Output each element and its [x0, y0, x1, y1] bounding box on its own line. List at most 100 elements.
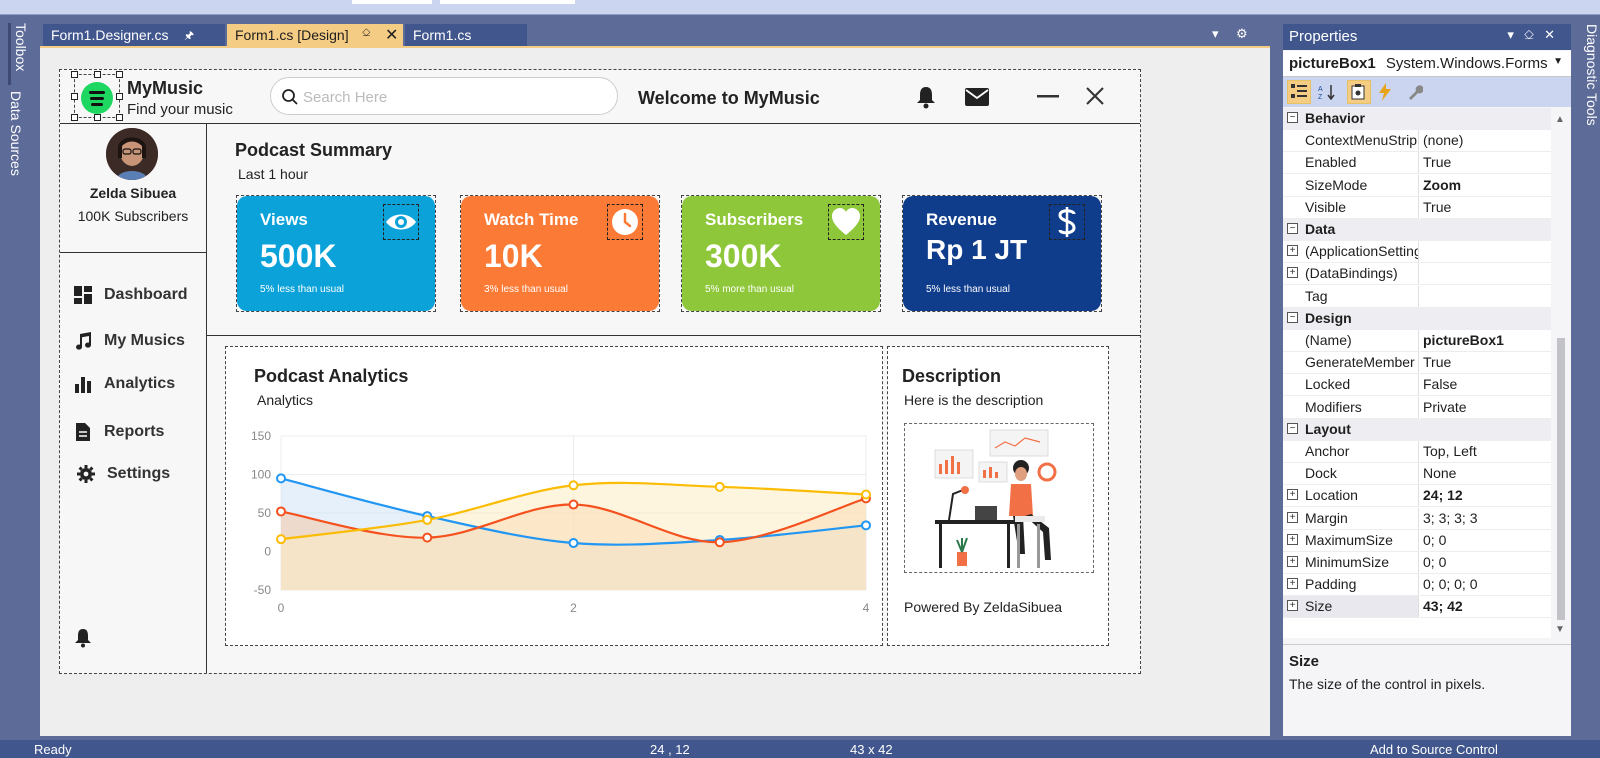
- property-value[interactable]: Zoom: [1420, 175, 1551, 197]
- mail-icon[interactable]: [965, 88, 989, 106]
- watch-time-card[interactable]: Watch Time 10K 3% less than usual: [461, 196, 659, 311]
- property-value[interactable]: 3; 3; 3; 3: [1420, 508, 1551, 530]
- property-value[interactable]: [1420, 286, 1551, 308]
- property-category[interactable]: − Layout: [1283, 418, 1551, 441]
- nav-dashboard[interactable]: Dashboard: [72, 283, 188, 307]
- collapse-icon[interactable]: −: [1287, 311, 1298, 323]
- window-controls[interactable]: ▾⎐✕: [1507, 27, 1565, 43]
- property-row[interactable]: Padding 0; 0; 0; 0 +: [1283, 574, 1551, 597]
- expand-icon[interactable]: +: [1287, 489, 1298, 501]
- resize-handle[interactable]: [116, 93, 123, 100]
- property-row[interactable]: Dock None: [1283, 463, 1551, 486]
- property-value[interactable]: 0; 0: [1420, 552, 1551, 574]
- bell-icon[interactable]: [915, 85, 937, 109]
- search-box[interactable]: [270, 77, 618, 115]
- resize-handle[interactable]: [94, 114, 101, 121]
- categorized-view-icon[interactable]: [1287, 80, 1311, 104]
- property-row[interactable]: Size 43; 42 +: [1283, 596, 1551, 619]
- property-value[interactable]: Private: [1420, 397, 1551, 419]
- property-value[interactable]: [1420, 263, 1551, 286]
- property-row[interactable]: Enabled True: [1283, 152, 1551, 175]
- tab-form1-cs-design[interactable]: Form1.cs [Design]: [227, 24, 403, 47]
- close-tab-icon[interactable]: ✕: [385, 25, 398, 45]
- subscribers-card[interactable]: Subscribers 300K 5% more than usual: [682, 196, 880, 311]
- property-pages-wrench-icon[interactable]: [1403, 80, 1427, 104]
- nav-analytics[interactable]: Analytics: [72, 372, 175, 396]
- property-value[interactable]: (none): [1420, 130, 1551, 153]
- scroll-down-icon[interactable]: ▼: [1555, 624, 1565, 635]
- properties-window[interactable]: Properties ▾⎐✕ pictureBox1 System.Window…: [1283, 24, 1571, 736]
- source-control-button[interactable]: Add to Source Control: [1370, 742, 1498, 757]
- alphabetical-sort-icon[interactable]: AZ: [1315, 80, 1339, 104]
- property-row[interactable]: SizeMode Zoom: [1283, 174, 1551, 197]
- analytics-chart[interactable]: 150 100 50 0 -50 0 2 4: [226, 347, 882, 645]
- property-row[interactable]: ContextMenuStrip (none): [1283, 130, 1551, 153]
- property-value[interactable]: 0; 0: [1420, 530, 1551, 552]
- logo-picturebox[interactable]: [71, 71, 123, 121]
- property-category[interactable]: − Behavior: [1283, 108, 1551, 130]
- property-value[interactable]: pictureBox1: [1420, 330, 1551, 352]
- search-input[interactable]: [303, 86, 603, 108]
- property-row[interactable]: MaximumSize 0; 0 +: [1283, 529, 1551, 552]
- diagnostic-tools-tab[interactable]: Diagnostic Tools: [1576, 24, 1600, 154]
- nav-reports[interactable]: Reports: [72, 420, 164, 444]
- settings-gear-icon[interactable]: ⚙: [1236, 26, 1248, 42]
- property-value[interactable]: [1420, 241, 1551, 264]
- collapse-icon[interactable]: −: [1287, 112, 1298, 123]
- property-category[interactable]: − Design: [1283, 307, 1551, 330]
- property-row[interactable]: Margin 3; 3; 3; 3 +: [1283, 507, 1551, 530]
- property-value[interactable]: Top, Left: [1420, 441, 1551, 463]
- property-row[interactable]: Location 24; 12 +: [1283, 485, 1551, 508]
- scroll-up-icon[interactable]: ▲: [1555, 114, 1565, 125]
- expand-icon[interactable]: +: [1287, 556, 1298, 567]
- expand-icon[interactable]: +: [1287, 245, 1298, 257]
- property-value[interactable]: 0; 0; 0; 0: [1420, 574, 1551, 597]
- resize-handle[interactable]: [116, 114, 123, 121]
- scroll-thumb[interactable]: [1557, 338, 1565, 620]
- property-row[interactable]: Anchor Top, Left: [1283, 441, 1551, 463]
- properties-view-icon[interactable]: [1347, 80, 1371, 104]
- property-row[interactable]: Locked False: [1283, 374, 1551, 397]
- revenue-card[interactable]: Revenue Rp 1 JT 5% less than usual: [903, 196, 1101, 311]
- resize-handle[interactable]: [71, 71, 78, 78]
- property-value[interactable]: False: [1420, 374, 1551, 397]
- expand-icon[interactable]: +: [1287, 511, 1298, 523]
- property-row[interactable]: (Name) pictureBox1: [1283, 330, 1551, 352]
- minimize-icon[interactable]: [1037, 95, 1059, 99]
- illustration-picture[interactable]: [904, 423, 1094, 573]
- collapse-icon[interactable]: −: [1287, 422, 1298, 434]
- tab-list-dropdown-icon[interactable]: ▾: [1212, 26, 1219, 42]
- expand-icon[interactable]: +: [1287, 533, 1298, 545]
- events-lightning-icon[interactable]: [1373, 80, 1397, 104]
- toolbox-tab[interactable]: Toolbox: [8, 23, 29, 85]
- nav-settings[interactable]: Settings: [75, 462, 170, 486]
- property-grid-scrollbar[interactable]: ▲ ▼: [1551, 108, 1571, 638]
- property-row[interactable]: (DataBindings) +: [1283, 263, 1551, 286]
- collapse-icon[interactable]: −: [1287, 223, 1298, 234]
- property-grid[interactable]: − Behavior ContextMenuStrip (none) Enabled Tr…: [1283, 108, 1551, 638]
- property-row[interactable]: Modifiers Private: [1283, 396, 1551, 419]
- property-category[interactable]: − Data: [1283, 219, 1551, 241]
- property-row[interactable]: (ApplicationSettings)+: [1283, 241, 1551, 264]
- resize-handle[interactable]: [71, 114, 78, 121]
- property-value[interactable]: None: [1420, 463, 1551, 486]
- property-row[interactable]: GenerateMember True: [1283, 352, 1551, 375]
- expand-icon[interactable]: +: [1287, 600, 1298, 612]
- property-value[interactable]: True: [1420, 152, 1551, 175]
- close-icon[interactable]: [1086, 87, 1104, 105]
- pin-icon[interactable]: 🖈: [184, 27, 194, 46]
- expand-icon[interactable]: +: [1287, 578, 1298, 590]
- nav-my-musics[interactable]: My Musics: [72, 329, 185, 353]
- property-value[interactable]: True: [1420, 197, 1551, 219]
- property-row[interactable]: Tag: [1283, 285, 1551, 308]
- resize-handle[interactable]: [116, 71, 123, 78]
- tab-form1-designer-cs[interactable]: Form1.Designer.cs: [43, 24, 225, 47]
- object-selector[interactable]: pictureBox1 System.Windows.Forms ▼: [1283, 51, 1571, 77]
- resize-handle[interactable]: [94, 71, 101, 78]
- description-panel[interactable]: Description Here is the description Powe…: [887, 346, 1109, 646]
- property-row[interactable]: Visible True: [1283, 196, 1551, 219]
- pin-icon[interactable]: ⎐: [362, 27, 371, 40]
- property-row[interactable]: MinimumSize 0; 0 +: [1283, 552, 1551, 574]
- resize-handle[interactable]: [71, 93, 78, 100]
- tab-form1-cs[interactable]: Form1.cs: [405, 24, 527, 47]
